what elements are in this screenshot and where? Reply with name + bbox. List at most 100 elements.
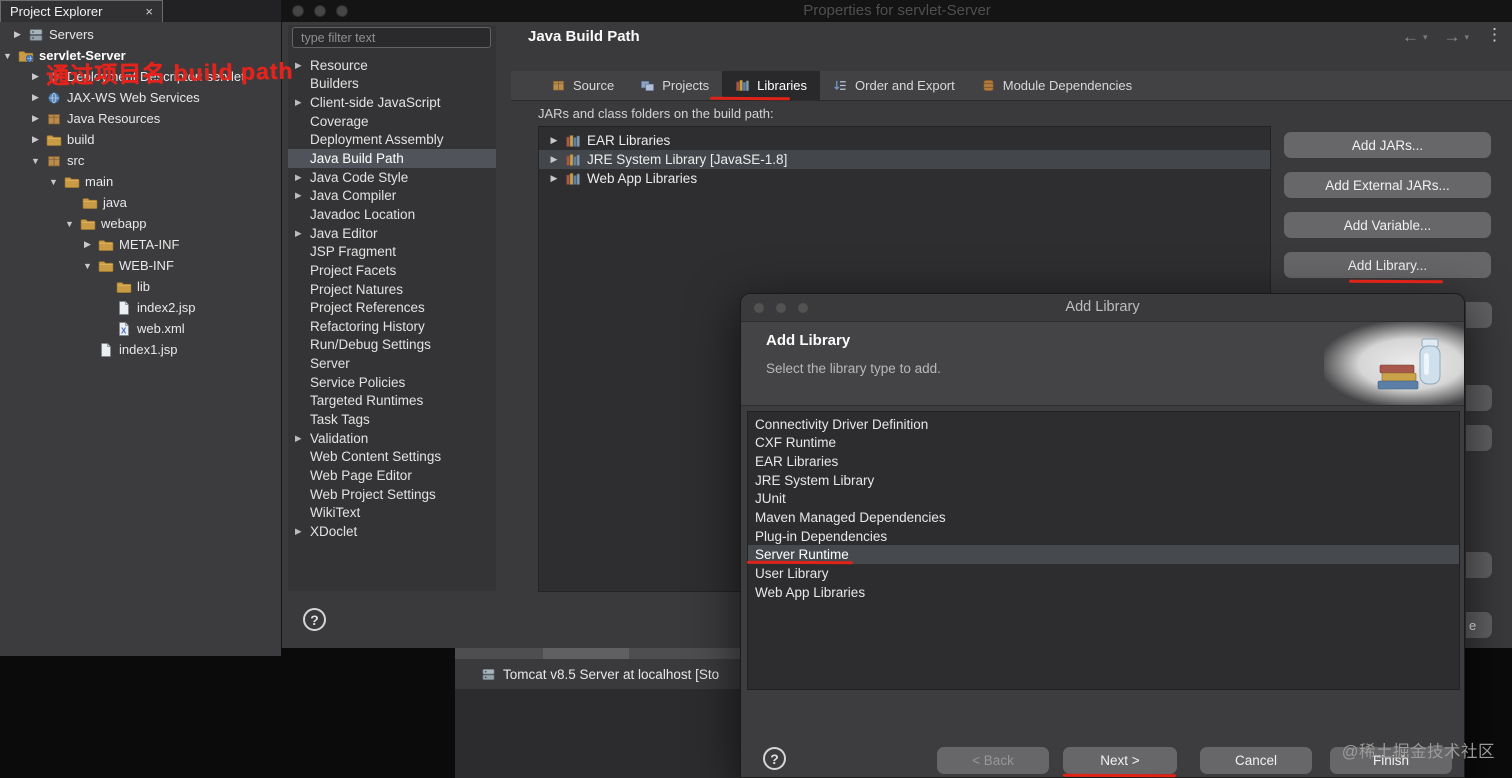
tree-item-web-inf[interactable]: ▼ WEB-INF [0, 255, 281, 276]
library-option-connectivity-driver-definition[interactable]: Connectivity Driver Definition [748, 415, 1459, 434]
add-jars-button[interactable]: Add JARs... [1284, 132, 1491, 158]
props-nav-item-resource[interactable]: ▶ Resource [288, 56, 496, 75]
props-nav-item-task-tags[interactable]: Task Tags [288, 410, 496, 429]
props-nav-item-builders[interactable]: Builders [288, 75, 496, 94]
close-icon[interactable]: × [145, 4, 153, 19]
build-path-item-ear-libraries[interactable]: ▶ EAR Libraries [539, 131, 1270, 150]
chevron-right-icon[interactable]: ▶ [30, 134, 41, 145]
caret-down-icon[interactable]: ▾ [1423, 32, 1428, 43]
props-nav-item-jsp-fragment[interactable]: JSP Fragment [288, 242, 496, 261]
props-nav-item-java-build-path[interactable]: Java Build Path [288, 149, 496, 168]
servers-view-tab[interactable] [543, 648, 629, 659]
tab-projects[interactable]: Projects [627, 71, 722, 100]
tab-order-and-export[interactable]: Order and Export [820, 71, 968, 100]
chevron-right-icon[interactable]: ▶ [295, 433, 302, 444]
tree-item-index2-jsp[interactable]: index2.jsp [0, 297, 281, 318]
props-nav-item-javadoc-location[interactable]: Javadoc Location [288, 205, 496, 224]
partial-button[interactable]: e [1466, 612, 1492, 638]
back-arrow-icon[interactable]: ← [1402, 27, 1419, 47]
library-option-junit[interactable]: JUnit [748, 490, 1459, 509]
chevron-right-icon[interactable]: ▶ [549, 154, 559, 165]
next-button[interactable]: Next > [1063, 747, 1177, 774]
props-nav-item-coverage[interactable]: Coverage [288, 112, 496, 131]
library-option-cxf-runtime[interactable]: CXF Runtime [748, 434, 1459, 453]
tree-item-java[interactable]: java [0, 192, 281, 213]
chevron-right-icon[interactable]: ▶ [295, 172, 302, 183]
add-variable-button[interactable]: Add Variable... [1284, 212, 1491, 238]
build-path-item-web-app-libraries[interactable]: ▶ Web App Libraries [539, 169, 1270, 188]
tree-item-index1-jsp[interactable]: index1.jsp [0, 339, 281, 360]
props-nav-item-run-debug-settings[interactable]: Run/Debug Settings [288, 336, 496, 355]
chevron-right-icon[interactable]: ▶ [549, 173, 559, 184]
library-option-ear-libraries[interactable]: EAR Libraries [748, 452, 1459, 471]
caret-down-icon[interactable]: ▾ [1465, 32, 1470, 43]
view-menu-icon[interactable]: ⋮ [1486, 25, 1503, 45]
tree-item-lib[interactable]: lib [0, 276, 281, 297]
chevron-right-icon[interactable]: ▶ [82, 239, 93, 250]
chevron-right-icon[interactable]: ▶ [295, 526, 302, 537]
props-nav-item-deployment-assembly[interactable]: Deployment Assembly [288, 131, 496, 150]
props-nav-item-java-compiler[interactable]: ▶ Java Compiler [288, 186, 496, 205]
tree-item-webapp[interactable]: ▼ webapp [0, 213, 281, 234]
tab-libraries[interactable]: Libraries [722, 71, 821, 100]
chevron-right-icon[interactable]: ▶ [30, 92, 41, 103]
help-button[interactable]: ? [763, 747, 786, 770]
partial-button[interactable] [1466, 425, 1492, 451]
props-nav-item-validation[interactable]: ▶ Validation [288, 429, 496, 448]
chevron-down-icon[interactable]: ▼ [48, 177, 59, 187]
props-nav-item-client-side-javascript[interactable]: ▶ Client-side JavaScript [288, 93, 496, 112]
props-nav-item-server[interactable]: Server [288, 354, 496, 373]
tab-project-explorer[interactable]: Project Explorer × [0, 0, 163, 22]
tree-item-main[interactable]: ▼ main [0, 171, 281, 192]
chevron-right-icon[interactable]: ▶ [30, 113, 41, 124]
properties-titlebar[interactable]: Properties for servlet-Server [282, 0, 1512, 22]
filter-input[interactable] [292, 27, 491, 48]
partial-button[interactable] [1466, 552, 1492, 578]
back-button[interactable]: < Back [937, 747, 1049, 774]
tree-item-web-xml[interactable]: web.xml [0, 318, 281, 339]
tree-item-servers[interactable]: ▶ Servers [0, 24, 281, 45]
library-option-server-runtime[interactable]: Server Runtime [748, 545, 1459, 565]
props-nav-item-refactoring-history[interactable]: Refactoring History [288, 317, 496, 336]
chevron-right-icon[interactable]: ▶ [295, 228, 302, 239]
chevron-right-icon[interactable]: ▶ [549, 135, 559, 146]
props-nav-item-targeted-runtimes[interactable]: Targeted Runtimes [288, 392, 496, 411]
chevron-down-icon[interactable]: ▼ [30, 156, 41, 166]
add-library-button[interactable]: Add Library... [1284, 252, 1491, 278]
chevron-down-icon[interactable]: ▼ [82, 261, 93, 271]
props-nav-item-java-editor[interactable]: ▶ Java Editor [288, 224, 496, 243]
tree-item-build[interactable]: ▶ build [0, 129, 281, 150]
props-nav-item-java-code-style[interactable]: ▶ Java Code Style [288, 168, 496, 187]
chevron-right-icon[interactable]: ▶ [295, 190, 302, 201]
cancel-button[interactable]: Cancel [1200, 747, 1312, 774]
props-nav-item-web-content-settings[interactable]: Web Content Settings [288, 447, 496, 466]
dialog-titlebar[interactable]: Add Library [741, 294, 1464, 322]
chevron-right-icon[interactable]: ▶ [12, 29, 23, 40]
chevron-down-icon[interactable]: ▼ [64, 219, 75, 229]
tree-item-meta-inf[interactable]: ▶ META-INF [0, 234, 281, 255]
props-nav-item-service-policies[interactable]: Service Policies [288, 373, 496, 392]
chevron-down-icon[interactable]: ▼ [2, 51, 13, 61]
library-option-user-library[interactable]: User Library [748, 564, 1459, 583]
props-nav-item-xdoclet[interactable]: ▶ XDoclet [288, 522, 496, 541]
forward-arrow-icon[interactable]: → [1444, 27, 1461, 47]
props-nav-item-web-project-settings[interactable]: Web Project Settings [288, 485, 496, 504]
chevron-right-icon[interactable]: ▶ [295, 97, 302, 108]
tab-source[interactable]: Source [538, 71, 627, 100]
props-nav-item-web-page-editor[interactable]: Web Page Editor [288, 466, 496, 485]
chevron-right-icon[interactable]: ▶ [30, 71, 41, 82]
props-nav-item-wikitext[interactable]: WikiText [288, 503, 496, 522]
tree-item-java-resources[interactable]: ▶ Java Resources [0, 108, 281, 129]
library-option-web-app-libraries[interactable]: Web App Libraries [748, 583, 1459, 602]
partial-button[interactable] [1466, 302, 1492, 328]
library-option-maven-managed-dependencies[interactable]: Maven Managed Dependencies [748, 508, 1459, 527]
chevron-right-icon[interactable]: ▶ [295, 60, 302, 71]
tomcat-server-row[interactable]: Tomcat v8.5 Server at localhost [Sto [455, 659, 741, 689]
partial-button[interactable] [1466, 385, 1492, 411]
add-external-jars-button[interactable]: Add External JARs... [1284, 172, 1491, 198]
tree-item-src[interactable]: ▼ src [0, 150, 281, 171]
tab-module-dependencies[interactable]: Module Dependencies [968, 71, 1145, 100]
props-nav-item-project-facets[interactable]: Project Facets [288, 261, 496, 280]
tree-item-jaxws-web-services[interactable]: ▶ JAX-WS Web Services [0, 87, 281, 108]
help-button[interactable]: ? [303, 608, 326, 631]
